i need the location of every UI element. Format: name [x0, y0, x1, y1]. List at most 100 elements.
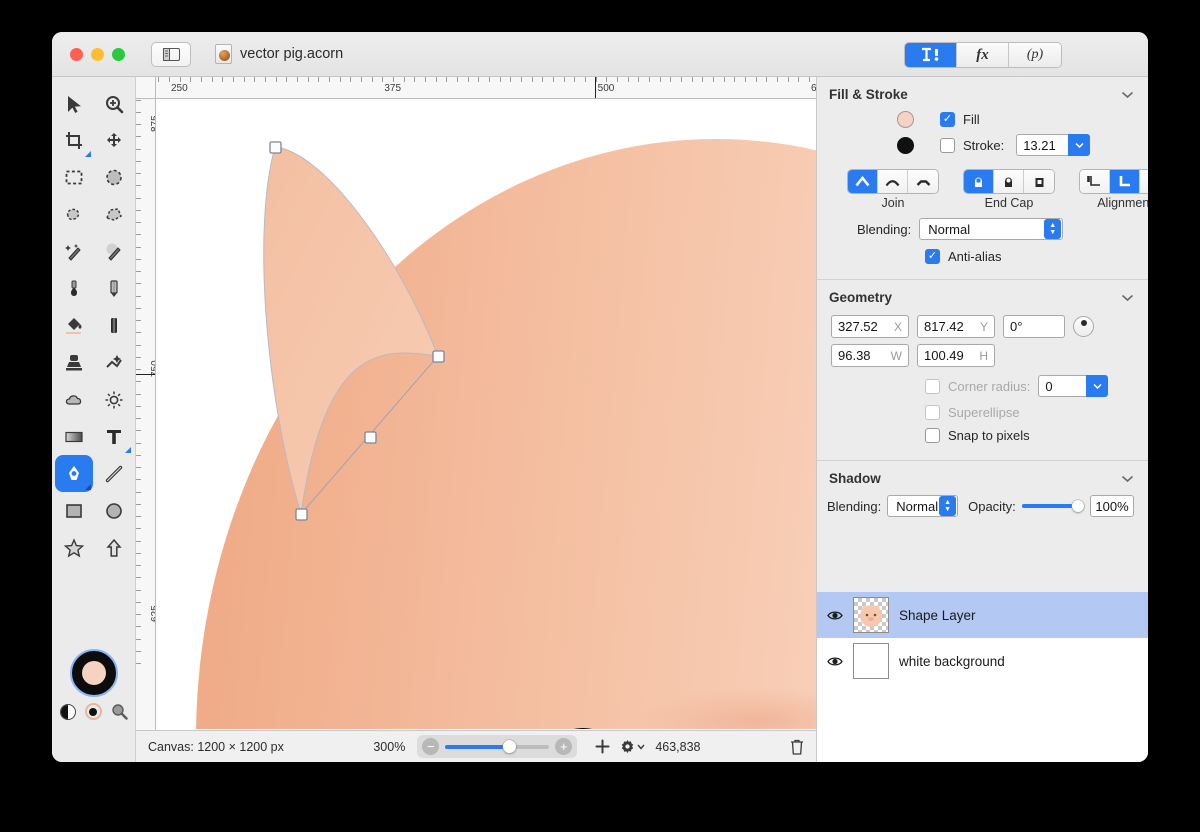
width-input[interactable]: 96.38 W [831, 344, 909, 367]
visibility-toggle[interactable] [827, 656, 843, 667]
snap-checkbox[interactable] [925, 428, 940, 443]
chevron-down-icon[interactable] [1121, 294, 1134, 302]
fill-color-swatch[interactable] [897, 111, 914, 128]
reset-colors-icon[interactable] [84, 703, 102, 720]
layer-row-shape[interactable]: Shape Layer [817, 592, 1148, 638]
drawing-canvas[interactable] [156, 99, 816, 730]
palette-tab[interactable]: (p) [1009, 43, 1061, 67]
pencil-tool[interactable] [95, 270, 133, 307]
visibility-toggle[interactable] [827, 610, 843, 621]
alignment-group: Alignment [1079, 169, 1148, 210]
stroke-width-input[interactable]: 13.21 [1016, 134, 1069, 156]
crop-tool[interactable] [55, 122, 93, 159]
shadow-blending-select[interactable]: Normal ▲ ▼ [887, 495, 959, 517]
cap-butt-button[interactable] [964, 170, 994, 193]
endcap-group: End Cap [963, 169, 1055, 210]
trash-icon[interactable] [790, 739, 804, 755]
ruler-tick [712, 77, 714, 82]
blur-tool[interactable] [55, 381, 93, 418]
opacity-slider[interactable] [1021, 500, 1084, 512]
lasso-tool[interactable] [55, 196, 93, 233]
chevron-down-icon[interactable] [1121, 91, 1134, 99]
gear-icon[interactable] [620, 739, 635, 754]
rectangle-tool[interactable] [55, 492, 93, 529]
antialias-checkbox[interactable] [925, 249, 940, 264]
align-center-button[interactable] [1110, 170, 1140, 193]
gradient-tool[interactable] [55, 418, 93, 455]
close-button[interactable] [70, 47, 83, 61]
move-tool[interactable] [55, 85, 93, 122]
eraser-tool[interactable] [95, 307, 133, 344]
text-tool[interactable] [95, 418, 133, 455]
fill-checkbox[interactable] [940, 112, 955, 127]
height-input[interactable]: 100.49 H [917, 344, 995, 367]
y-input[interactable]: 817.42 Y [917, 315, 995, 338]
layer-row-background[interactable]: white background [817, 638, 1148, 684]
zoom-tool[interactable] [95, 85, 133, 122]
pen-tool[interactable] [54, 455, 93, 492]
fill-stroke-header: Fill & Stroke [817, 77, 1148, 108]
dodge-tool[interactable] [95, 381, 133, 418]
opacity-input[interactable]: 100% [1090, 495, 1134, 517]
fill-color-swatch[interactable] [81, 661, 106, 685]
align-inside-button[interactable] [1080, 170, 1110, 193]
line-tool[interactable] [95, 455, 133, 492]
chevron-down-icon[interactable] [637, 744, 645, 750]
x-input[interactable]: 327.52 X [831, 315, 909, 338]
align-outside-button[interactable] [1140, 170, 1148, 193]
zoom-button[interactable] [112, 47, 125, 61]
ruler-tick [136, 516, 141, 518]
star-tool[interactable] [55, 529, 93, 566]
ruler-tick [275, 77, 277, 82]
cap-round-button[interactable] [994, 170, 1024, 193]
ruler-tick [286, 77, 288, 82]
arrow-shape-tool[interactable] [95, 529, 133, 566]
superellipse-checkbox[interactable] [925, 405, 940, 420]
clone-stamp-tool[interactable] [55, 344, 93, 381]
plus-magnifier-icon[interactable]: + [555, 738, 573, 755]
ruler-tick [691, 77, 693, 82]
ruler-tick [136, 454, 141, 456]
instant-alpha-tool[interactable] [95, 233, 133, 270]
ellipse-tool[interactable] [95, 492, 133, 529]
cap-square-button[interactable] [1024, 170, 1054, 193]
minimize-button[interactable] [91, 47, 104, 61]
blending-select[interactable]: Normal ▲ ▼ [919, 218, 1064, 240]
polygon-lasso-tool[interactable] [95, 196, 133, 233]
plus-icon[interactable] [595, 739, 610, 754]
stepper-arrows-icon: ▲ ▼ [1044, 219, 1062, 239]
canvas-area: 250375500625 875750625 [136, 77, 816, 762]
transform-tool[interactable] [95, 122, 133, 159]
corner-radius-stepper[interactable] [1086, 375, 1109, 397]
stroke-color-swatch[interactable] [897, 136, 914, 154]
smudge-tool[interactable] [95, 344, 133, 381]
corner-radius-input[interactable]: 0 [1038, 375, 1087, 397]
horizontal-ruler[interactable]: 250375500625 [156, 77, 816, 99]
sidebar-toggle-button[interactable] [151, 41, 191, 67]
antialias-label: Anti-alias [948, 249, 1002, 264]
zoom-control: − + [417, 735, 578, 758]
vertical-ruler[interactable]: 875 750 625 [136, 99, 156, 730]
stroke-color-swatch[interactable] [69, 649, 118, 697]
zoom-slider[interactable] [445, 740, 550, 753]
rect-select-tool[interactable] [55, 159, 93, 196]
join-bevel-button[interactable] [908, 170, 938, 193]
join-miter-button[interactable] [848, 170, 878, 193]
ellipse-select-tool[interactable] [95, 159, 133, 196]
rotation-knob-icon[interactable] [1073, 316, 1094, 337]
stroke-width-stepper[interactable] [1068, 134, 1091, 156]
tools-tab[interactable] [905, 43, 957, 67]
join-round-button[interactable] [878, 170, 908, 193]
magnifier-icon[interactable] [111, 703, 128, 720]
corner-radius-checkbox[interactable] [925, 378, 940, 394]
paint-bucket-tool[interactable] [55, 307, 93, 344]
ruler-tick [136, 197, 141, 199]
black-white-swatch-icon[interactable] [59, 703, 76, 720]
stroke-checkbox[interactable] [940, 137, 955, 153]
brush-tool[interactable] [55, 270, 93, 307]
rotation-input[interactable]: 0° [1003, 315, 1065, 338]
chevron-down-icon[interactable] [1121, 475, 1134, 483]
minus-magnifier-icon[interactable]: − [422, 738, 440, 755]
magic-wand-tool[interactable] [55, 233, 93, 270]
effects-tab[interactable]: fx [957, 43, 1009, 67]
